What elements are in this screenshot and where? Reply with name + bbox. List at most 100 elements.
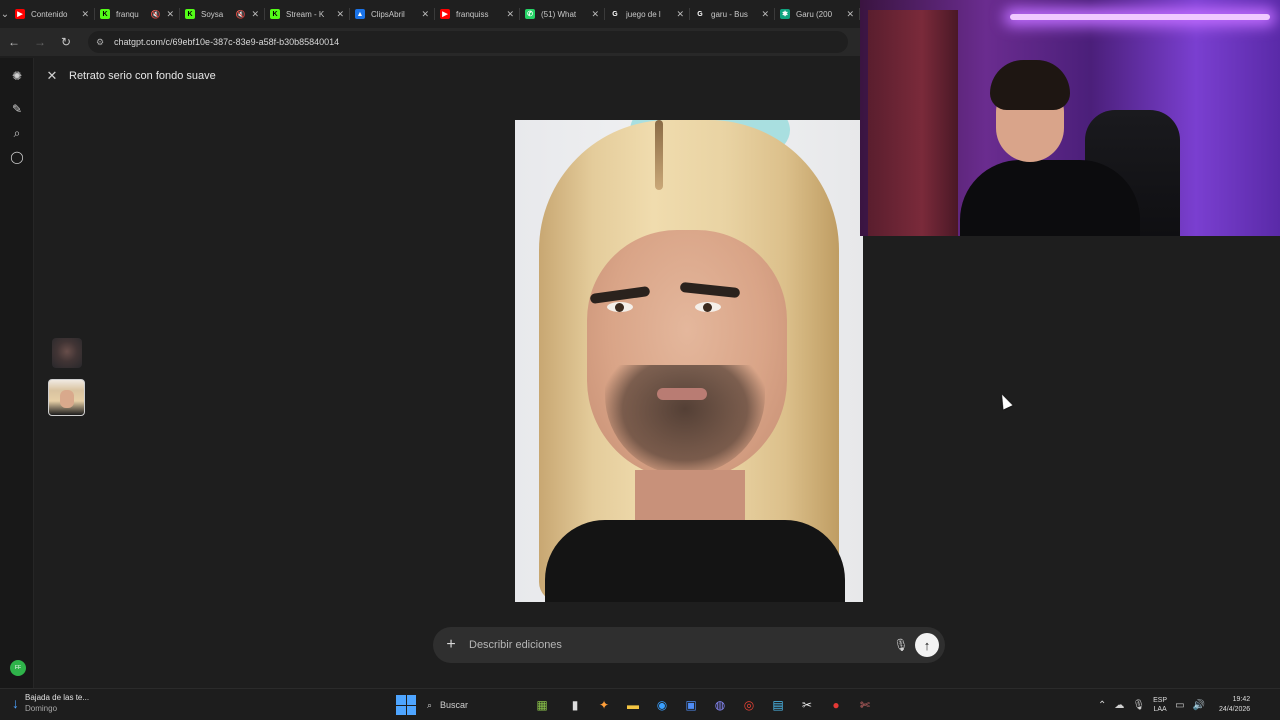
tab-close-icon[interactable]: ✕ xyxy=(761,9,769,20)
tab-close-icon[interactable]: ✕ xyxy=(506,9,514,20)
tab-muted-icon[interactable]: 🔇 xyxy=(235,10,245,19)
weather-title: Bajada de las te... xyxy=(25,693,90,702)
microphone-tray-icon[interactable]: 🎙 xyxy=(1132,700,1145,711)
edit-prompt-bar: + Describir ediciones 🎙 ↑ xyxy=(433,627,945,663)
back-arrow-icon[interactable]: ← xyxy=(2,30,26,54)
microphone-icon[interactable]: 🎙 xyxy=(889,633,913,657)
tab-favicon-icon: ▶ xyxy=(440,9,450,19)
system-tray: ⌃ ☁ 🎙 ESP LAA ▭ 🔊 19:42 24/4/2026 xyxy=(1098,692,1250,718)
edge-icon[interactable]: ◉ xyxy=(650,693,674,717)
clock-time: 19:42 xyxy=(1232,696,1251,703)
clock-date: 24/4/2026 xyxy=(1219,706,1251,713)
copilot-icon[interactable]: ✦ xyxy=(592,693,616,717)
onedrive-icon[interactable]: ☁ xyxy=(1114,700,1124,711)
tab-close-icon[interactable]: ✕ xyxy=(591,9,599,20)
browser-tab[interactable]: ✱ Garu (200 ✕ xyxy=(775,0,860,28)
tab-close-icon[interactable]: ✕ xyxy=(421,9,429,20)
tab-close-icon[interactable]: ✕ xyxy=(251,9,259,20)
taskbar-search-label: Buscar xyxy=(440,700,469,710)
taskbar-apps: ⌕ Buscar ▦ ▮ ✦ ▬ ◉ ▣ ◍ ◎ ▤ ✂ ● ✄ xyxy=(396,692,877,718)
task-view-icon[interactable]: ▮ xyxy=(563,693,587,717)
discord-icon[interactable]: ◍ xyxy=(708,693,732,717)
openai-logo-icon[interactable]: ✺ xyxy=(9,68,25,84)
tab-favicon-icon: K xyxy=(270,9,280,19)
taskbar-search[interactable]: ⌕ Buscar xyxy=(421,694,521,716)
mouse-cursor-icon xyxy=(997,392,1013,410)
lang-layout: LAA xyxy=(1153,706,1167,713)
tab-title: ClipsAbril xyxy=(371,9,405,19)
network-icon[interactable]: ▭ xyxy=(1175,700,1184,711)
chrome-icon[interactable]: ◎ xyxy=(737,693,761,717)
edit-prompt-input[interactable]: Describir ediciones xyxy=(469,639,889,651)
browser-tab[interactable]: ✆ (51) What ✕ xyxy=(520,0,605,28)
lang-code: ESP xyxy=(1153,697,1168,704)
image-thumbnail-2-selected[interactable] xyxy=(48,379,85,416)
generated-portrait-image xyxy=(515,120,863,602)
tab-close-icon[interactable]: ✕ xyxy=(846,9,854,20)
volume-icon[interactable]: 🔊 xyxy=(1193,700,1205,711)
tab-favicon-icon: G xyxy=(612,10,618,18)
tab-title: franqu xyxy=(116,9,139,19)
tab-title: Contenido xyxy=(31,9,68,19)
clock[interactable]: 19:42 24/4/2026 xyxy=(1219,695,1250,715)
user-avatar[interactable]: FF xyxy=(10,660,26,676)
browser-tab[interactable]: K Stream - K ✕ xyxy=(265,0,350,28)
left-sidebar-rail: ✺ ✎ ⌕ ◯ FF xyxy=(0,58,34,688)
reload-icon[interactable]: ↻ xyxy=(54,30,78,54)
webcam-overlay xyxy=(860,0,1280,236)
tab-favicon-icon: G xyxy=(697,10,703,18)
forward-arrow-icon[interactable]: → xyxy=(28,30,52,54)
weather-widget[interactable]: ↓ Bajada de las te... Domingo xyxy=(12,692,89,714)
tab-favicon-icon: ✱ xyxy=(780,9,790,19)
notepad-icon[interactable]: ▤ xyxy=(766,693,790,717)
tab-title: garu - Bus xyxy=(711,9,748,19)
tab-title: Soysa xyxy=(201,9,224,19)
language-indicator[interactable]: ESP LAA xyxy=(1153,696,1167,714)
tab-close-icon[interactable]: ✕ xyxy=(166,9,174,20)
windows-start-icon[interactable] xyxy=(396,695,416,715)
tab-close-icon[interactable]: ✕ xyxy=(81,9,89,20)
tab-favicon-icon: K xyxy=(185,9,195,19)
search-icon: ⌕ xyxy=(427,699,433,710)
chevron-up-icon[interactable]: ⌃ xyxy=(1098,700,1106,711)
store-icon[interactable]: ▣ xyxy=(679,693,703,717)
send-button[interactable]: ↑ xyxy=(915,633,939,657)
browser-tab[interactable]: ▶ franquiss ✕ xyxy=(435,0,520,28)
tab-close-icon[interactable]: ✕ xyxy=(676,9,684,20)
image-thumbnail-1[interactable] xyxy=(52,338,82,368)
browser-tab-strip: ⌄ ▶ Contenido ✕ Kfranqu 🔇 ✕ K Soysa 🔇 ✕ K Stream - … xyxy=(0,0,860,28)
new-chat-icon[interactable]: ✎ xyxy=(9,101,25,117)
site-info-icon[interactable]: ⚙ xyxy=(94,36,106,48)
weather-subtitle: Domingo xyxy=(25,704,58,713)
tab-muted-icon[interactable]: 🔇 xyxy=(150,10,160,19)
page-title: Retrato serio con fondo suave xyxy=(69,70,216,82)
tabs-list: ▶ Contenido ✕ Kfranqu 🔇 ✕ K Soysa 🔇 ✕ K Stream - K ✕… xyxy=(10,0,860,28)
browser-tab[interactable]: ▶ Contenido ✕ xyxy=(10,0,95,28)
capcut-icon[interactable]: ✂ xyxy=(795,693,819,717)
tab-favicon-icon: K xyxy=(100,9,110,19)
search-icon[interactable]: ⌕ xyxy=(9,125,25,141)
widget-game-icon[interactable]: ▦ xyxy=(526,693,558,717)
tab-title: franquiss xyxy=(456,9,489,19)
browser-tab[interactable]: Ggaru - Bus ✕ xyxy=(690,0,775,28)
close-icon[interactable]: ✕ xyxy=(44,68,60,84)
weather-icon: ↓ xyxy=(12,695,19,711)
tab-title: (51) What xyxy=(541,9,577,19)
add-attachment-icon[interactable]: + xyxy=(433,627,469,663)
browser-tab[interactable]: Kfranqu 🔇 ✕ xyxy=(95,0,180,28)
address-bar[interactable]: ⚙ chatgpt.com/c/69ebf10e-387c-83e9-a58f-… xyxy=(88,31,848,53)
browser-tab[interactable]: Gjuego de l ✕ xyxy=(605,0,690,28)
browser-tab[interactable]: K Soysa 🔇 ✕ xyxy=(180,0,265,28)
tab-title: juego de l xyxy=(626,9,661,19)
browser-tab[interactable]: ▲ ClipsAbril ✕ xyxy=(350,0,435,28)
browser-toolbar: ← → ↻ ⚙ chatgpt.com/c/69ebf10e-387c-83e9… xyxy=(0,28,860,56)
snipping-tool-icon[interactable]: ✄ xyxy=(853,693,877,717)
tab-close-icon[interactable]: ✕ xyxy=(336,9,344,20)
tab-favicon-icon: ✆ xyxy=(525,9,535,19)
chat-bubble-icon[interactable]: ◯ xyxy=(9,149,25,165)
tab-favicon-icon: ▲ xyxy=(355,9,365,19)
tab-search-chevron-icon[interactable]: ⌄ xyxy=(0,0,10,28)
obs-icon[interactable]: ● xyxy=(824,693,848,717)
tab-title: Garu (200 xyxy=(796,9,833,19)
file-explorer-icon[interactable]: ▬ xyxy=(621,693,645,717)
